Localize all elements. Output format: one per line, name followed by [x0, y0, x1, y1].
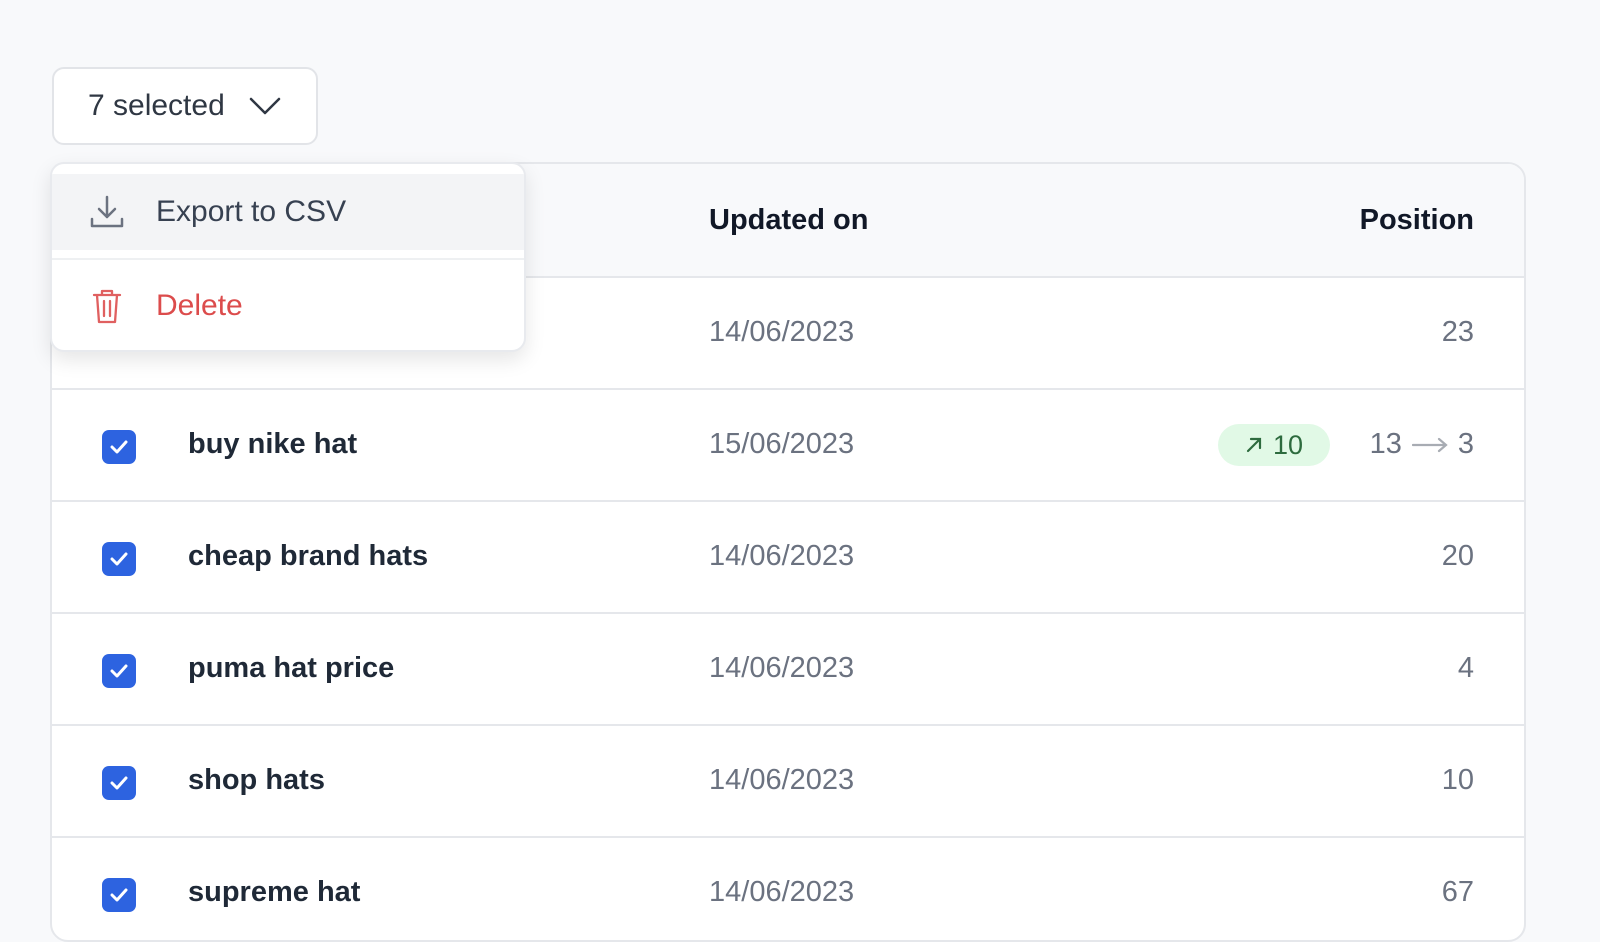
menu-item-label: Delete [156, 289, 243, 322]
updated-date: 14/06/2023 [709, 316, 855, 348]
row-checkbox[interactable] [102, 430, 136, 464]
chevron-down-icon [249, 97, 281, 115]
menu-divider [52, 258, 524, 260]
keyword: shop hats [188, 764, 325, 796]
position-value: 20 [1441, 540, 1474, 572]
updated-date: 14/06/2023 [709, 764, 855, 796]
updated-date: 14/06/2023 [709, 876, 855, 908]
position: 4 [1458, 652, 1474, 685]
checkmark-icon [110, 440, 128, 454]
checkmark-icon [110, 776, 128, 790]
keyword: buy nike hat [188, 428, 358, 460]
position-from: 13 [1369, 428, 1402, 460]
table-row[interactable]: supreme hat 14/06/2023 67 [52, 838, 1524, 940]
position-value: 67 [1441, 876, 1474, 908]
position-change-badge: 10 [1218, 424, 1330, 466]
position-value: 23 [1441, 316, 1474, 348]
row-checkbox[interactable] [102, 654, 136, 688]
updated-date: 14/06/2023 [709, 540, 855, 572]
trash-icon [92, 289, 122, 324]
row-checkbox[interactable] [102, 878, 136, 912]
arrow-right-icon [1411, 437, 1448, 452]
position-value: 4 [1457, 652, 1474, 684]
keyword: cheap brand hats [188, 540, 429, 572]
selection-label: 7 selected [88, 89, 225, 122]
table-row[interactable]: buy nike hat 15/06/2023 10 13 3 [52, 390, 1524, 502]
row-checkbox[interactable] [102, 766, 136, 800]
keyword: supreme hat [188, 876, 361, 908]
position-to: 3 [1457, 428, 1474, 460]
row-checkbox[interactable] [102, 542, 136, 576]
position: 23 [1442, 316, 1474, 349]
position: 67 [1442, 876, 1474, 909]
checkmark-icon [110, 552, 128, 566]
position: 13 3 [1370, 428, 1474, 461]
updated-date: 14/06/2023 [709, 652, 855, 684]
download-icon [90, 195, 124, 228]
position-change-value: 10 [1272, 429, 1304, 460]
header-position[interactable]: Position [1360, 204, 1474, 237]
checkmark-icon [110, 888, 128, 902]
menu-item-delete[interactable]: Delete [52, 268, 524, 344]
updated-date: 15/06/2023 [709, 428, 855, 460]
position: 10 [1442, 764, 1474, 797]
table-row[interactable]: puma hat price 14/06/2023 4 [52, 614, 1524, 726]
arrow-up-right-icon [1246, 437, 1262, 453]
menu-item-export-csv[interactable]: Export to CSV [52, 174, 524, 250]
selection-dropdown-button[interactable]: 7 selected [52, 67, 318, 145]
table-row[interactable]: shop hats 14/06/2023 10 [52, 726, 1524, 838]
keyword: puma hat price [188, 652, 395, 684]
checkmark-icon [110, 664, 128, 678]
position: 20 [1442, 540, 1474, 573]
bulk-actions-menu: Export to CSV Delete [50, 162, 526, 352]
header-updated-on[interactable]: Updated on [709, 204, 869, 237]
table-row[interactable]: cheap brand hats 14/06/2023 20 [52, 502, 1524, 614]
menu-item-label: Export to CSV [156, 195, 347, 228]
position-value: 10 [1441, 764, 1474, 796]
